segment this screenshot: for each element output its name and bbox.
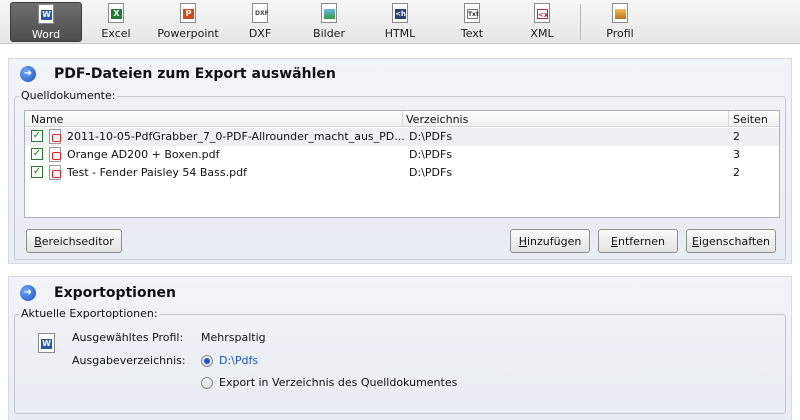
- selected-profile-label: Ausgewähltes Profil:: [72, 331, 184, 344]
- list-header: Name Verzeichnis Seiten: [25, 111, 779, 127]
- dxf-icon: DXF: [250, 3, 270, 25]
- pdf-file-icon: [49, 129, 61, 144]
- export-format-toolbar: W Word X Excel P Powerpoint DXF DXF Bild…: [0, 0, 800, 44]
- tool-powerpoint[interactable]: P Powerpoint: [152, 2, 224, 42]
- word-icon: W: [36, 4, 56, 26]
- tool-word[interactable]: W Word: [10, 2, 82, 42]
- row-checkbox[interactable]: ✓: [31, 166, 43, 178]
- word-icon: W: [38, 333, 55, 353]
- tool-html[interactable]: <h HTML: [376, 2, 424, 42]
- selected-profile-value: Mehrspaltig: [201, 331, 266, 344]
- tool-excel[interactable]: X Excel: [92, 2, 140, 42]
- toolbar-separator: [580, 4, 581, 40]
- pdf-file-icon: [49, 147, 61, 162]
- list-item[interactable]: ✓ 2011-10-05-PdfGrabber_7_0-PDF-Allround…: [25, 128, 779, 146]
- properties-button[interactable]: Eigenschaften: [686, 229, 776, 253]
- column-name[interactable]: Name: [31, 113, 63, 126]
- pdf-file-icon: [49, 165, 61, 180]
- row-checkbox[interactable]: ✓: [31, 130, 43, 142]
- add-button[interactable]: Hinzufügen: [510, 229, 590, 253]
- tool-text[interactable]: Txt Text: [450, 2, 494, 42]
- remove-button[interactable]: Entfernen: [598, 229, 678, 253]
- output-directory-label: Ausgabeverzeichnis:: [72, 354, 186, 367]
- column-directory[interactable]: Verzeichnis: [406, 113, 468, 126]
- source-documents-list[interactable]: Name Verzeichnis Seiten ✓ 2011-10-05-Pdf…: [24, 110, 780, 218]
- list-item[interactable]: ✓ Test - Fender Paisley 54 Bass.pdf D:\P…: [25, 164, 779, 182]
- arrow-right-icon: ➜: [20, 285, 36, 301]
- arrow-right-icon: ➜: [20, 66, 36, 82]
- output-directory-link[interactable]: D:\Pdfs: [219, 354, 258, 367]
- tool-dxf[interactable]: DXF DXF: [238, 2, 282, 42]
- image-icon: [319, 3, 339, 25]
- html-icon: <h: [390, 3, 410, 25]
- powerpoint-icon: P: [178, 3, 198, 25]
- row-checkbox[interactable]: ✓: [31, 148, 43, 160]
- output-option-2-label[interactable]: Export in Verzeichnis des Quelldokumente…: [219, 376, 457, 389]
- xml-icon: <x: [532, 3, 552, 25]
- tool-bilder[interactable]: Bilder: [306, 2, 352, 42]
- tool-profil[interactable]: Profil: [598, 2, 642, 42]
- text-icon: Txt: [462, 3, 482, 25]
- profile-icon: [610, 3, 630, 25]
- output-option-2-radio[interactable]: [201, 377, 213, 389]
- list-item[interactable]: ✓ Orange AD200 + Boxen.pdf D:\PDFs 3: [25, 146, 779, 164]
- excel-icon: X: [106, 3, 126, 25]
- section-title-pdf-files: ➜ PDF-Dateien zum Export auswählen: [20, 66, 336, 82]
- tool-xml[interactable]: <x XML: [520, 2, 564, 42]
- range-editor-button[interactable]: Bereichseditor: [26, 229, 122, 253]
- output-option-1-radio[interactable]: [201, 355, 213, 367]
- column-pages[interactable]: Seiten: [733, 113, 768, 126]
- section-title-export-options: ➜ Exportoptionen: [20, 285, 176, 301]
